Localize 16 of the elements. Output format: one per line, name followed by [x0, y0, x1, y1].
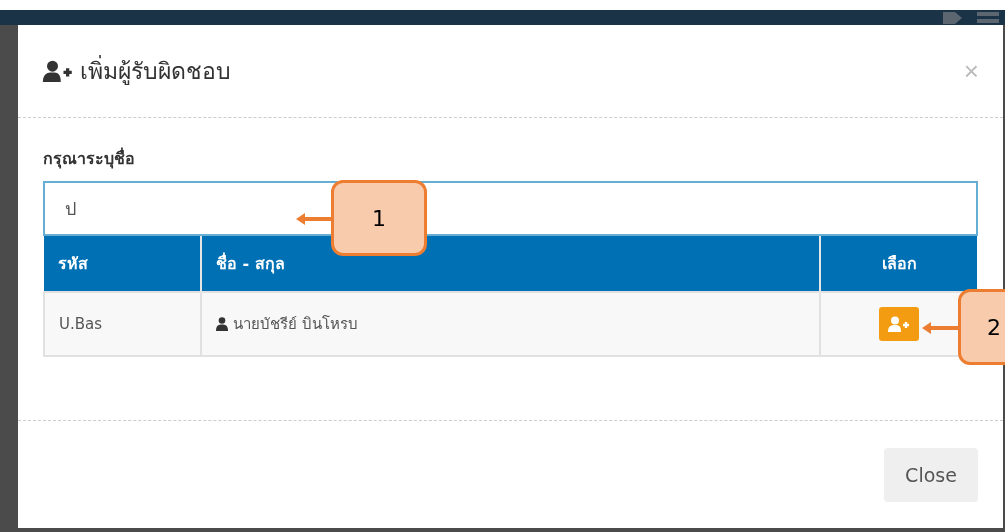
- arrow: [296, 213, 334, 225]
- column-header: รหัส: [44, 236, 201, 292]
- menu-icon[interactable]: [977, 11, 999, 24]
- callout: 1: [331, 180, 427, 256]
- callout: 2: [958, 289, 1005, 365]
- table-cell: U.Bas: [44, 292, 201, 356]
- user-add-icon: [886, 316, 911, 332]
- table-cell: นายบัชรีย์ บินโหรบ: [216, 312, 358, 336]
- column-header: ชื่อ - สกุล: [201, 236, 820, 292]
- select-button[interactable]: [878, 307, 919, 341]
- close-button[interactable]: Close: [884, 447, 978, 502]
- column-header: เลือก: [820, 236, 977, 292]
- user-add-icon: [42, 60, 74, 82]
- user-icon: [216, 317, 228, 331]
- field-label: กรุณาระบุชื่อ: [43, 146, 136, 171]
- dialog-title: เพิ่มผู้รับผิดชอบ: [80, 53, 964, 89]
